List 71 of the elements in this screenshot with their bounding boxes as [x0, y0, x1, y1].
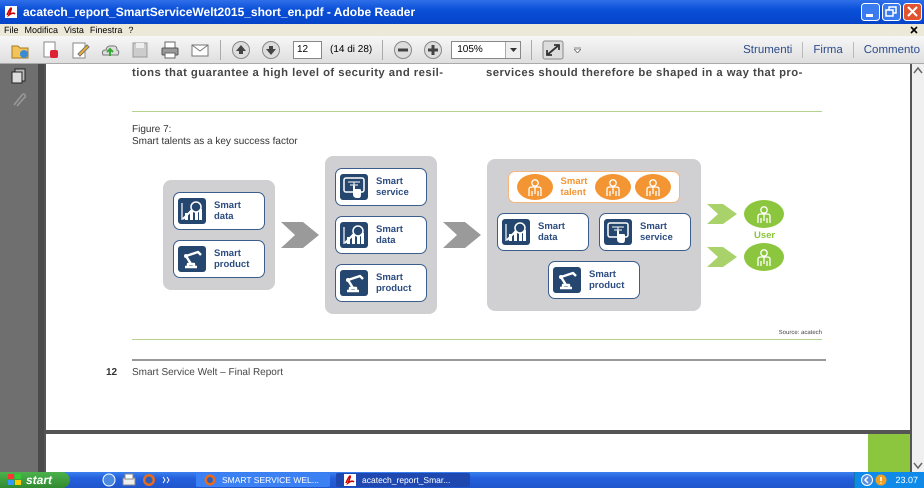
- menu-item[interactable]: ?: [128, 25, 134, 35]
- card-label: Smart product: [214, 248, 250, 270]
- person-icon: [744, 200, 784, 228]
- zoom-in-icon[interactable]: [423, 40, 444, 60]
- pages-icon[interactable]: [11, 68, 27, 84]
- tablet-touch-icon: [604, 219, 632, 245]
- body-text: services should therefore be shaped in a way that pro-: [486, 66, 804, 80]
- card-label: Smart data: [376, 224, 403, 246]
- print-icon[interactable]: [160, 40, 180, 60]
- person-icon: [744, 242, 784, 270]
- card-label: Smart service: [640, 221, 673, 243]
- card-label: Smart product: [589, 269, 624, 291]
- chevron-left-icon[interactable]: [861, 474, 874, 486]
- save-icon[interactable]: [130, 40, 150, 60]
- figure-caption: Smart talents as a key success factor: [132, 136, 299, 148]
- edit-document-icon[interactable]: [70, 40, 90, 60]
- card-label: Smart service: [376, 176, 409, 198]
- robot-arm-icon: [553, 267, 581, 293]
- panel-button[interactable]: Firma: [813, 44, 843, 56]
- chart-magnifier-icon: [178, 198, 206, 224]
- page-count: (14 di 28): [330, 44, 372, 55]
- paperclip-icon[interactable]: [11, 92, 27, 108]
- expand-icon[interactable]: [542, 40, 564, 60]
- menu-item[interactable]: Finestra: [90, 25, 122, 35]
- page-number: 12: [106, 367, 118, 378]
- scroll-down-icon[interactable]: [913, 462, 923, 470]
- chart-magnifier-icon: [340, 222, 368, 248]
- figure-label: Figure 7:: [132, 124, 172, 136]
- dropdown-icon[interactable]: [574, 46, 582, 52]
- caret-icon[interactable]: [510, 48, 517, 52]
- printer-icon[interactable]: [122, 473, 136, 487]
- user-label: User: [753, 230, 776, 240]
- close-icon[interactable]: [910, 26, 918, 34]
- pdf-icon: [4, 5, 18, 19]
- body-text: tions that guarantee a high level of security and resil-: [132, 66, 444, 80]
- menu-item[interactable]: Vista: [64, 25, 84, 35]
- taskbar-button[interactable]: SMART SERVICE WEL...: [196, 473, 330, 487]
- card-label: Smart product: [376, 272, 412, 294]
- chevron-arrow-icon: [707, 246, 737, 266]
- zoom-dropdown[interactable]: 105%: [451, 40, 522, 58]
- pdf-icon: [344, 474, 356, 486]
- panel-button[interactable]: Strumenti: [743, 44, 792, 56]
- minimize-icon[interactable]: [861, 3, 880, 21]
- card-label: Smart data: [214, 200, 241, 222]
- chevron-arrow-icon: [707, 204, 737, 224]
- footer-text: Smart Service Welt – Final Report: [132, 367, 283, 378]
- panel-button[interactable]: Commento: [864, 44, 920, 56]
- zoom-out-icon[interactable]: [393, 40, 414, 60]
- menu-item[interactable]: Modifica: [24, 25, 58, 35]
- robot-arm-icon: [340, 270, 368, 296]
- taskbar-button[interactable]: acatech_report_Smar...: [336, 473, 470, 487]
- card-label: Smart data: [538, 221, 565, 243]
- card-label: Smart talent: [560, 176, 588, 198]
- browser-icon: [204, 474, 216, 486]
- window-title: acatech_report_SmartServiceWelt2015_short_en.pdf - Adobe Reader: [23, 5, 416, 19]
- windows-logo-icon: [8, 474, 22, 486]
- clock: 23.07: [895, 475, 918, 485]
- chart-magnifier-icon: [502, 219, 530, 245]
- chevron-arrow-icon: [443, 222, 481, 248]
- robot-arm-icon: [178, 246, 206, 272]
- person-icon: [635, 174, 672, 200]
- more-icon[interactable]: [162, 476, 170, 484]
- person-icon: [516, 174, 553, 200]
- chevron-arrow-icon: [281, 222, 319, 248]
- menu-item[interactable]: File: [4, 25, 19, 35]
- scrollbar[interactable]: [912, 64, 924, 472]
- scroll-up-icon[interactable]: [913, 66, 923, 74]
- page-number-field[interactable]: 12: [293, 40, 322, 58]
- tablet-touch-icon: [340, 174, 368, 200]
- person-icon: [595, 174, 632, 200]
- restore-icon[interactable]: [882, 3, 901, 21]
